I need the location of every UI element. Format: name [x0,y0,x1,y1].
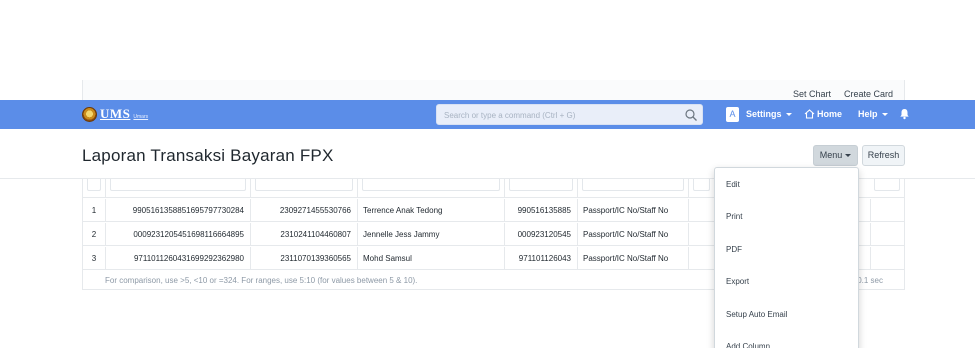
filter-cell [251,179,358,198]
home-icon [804,109,815,119]
filter-input[interactable] [874,179,900,191]
table-cell[interactable]: 990516135885169579773028​4 [106,199,251,222]
filter-input[interactable] [582,179,684,191]
awesomebar [436,104,703,125]
chart-toolbar: Set Chart Create Card [82,80,905,100]
settings-label: Settings [746,109,782,119]
filter-input[interactable] [110,179,246,191]
filter-help-text: For comparison, use >5, <10 or =324. For… [105,276,418,285]
table-cell[interactable] [870,247,904,270]
row-index: 2 [83,223,106,246]
table-cell[interactable] [870,199,904,222]
home-link[interactable]: Home [804,109,842,119]
report-page: Set Chart Create Card UMS Umars A Settin… [0,0,975,348]
filter-cell [689,179,715,198]
avatar[interactable]: A [726,107,739,122]
chevron-down-icon [845,154,852,158]
menu-button[interactable]: Menu [813,145,858,166]
table-cell[interactable]: Terrence Anak Tedong [358,199,505,222]
filter-cell [870,179,904,198]
row-index: 1 [83,199,106,222]
table-cell[interactable]: Jennelle Jess Jammy [358,223,505,246]
table-cell[interactable]: 971101126043 [505,247,578,270]
logo-text: UMS [100,106,131,121]
university-seal-icon [82,106,97,122]
filter-cell [578,179,689,198]
filter-input[interactable] [693,179,710,191]
menu-item-setup-auto-email[interactable]: Setup Auto Email [715,303,858,327]
menu-item-edit[interactable]: Edit [715,173,858,197]
table-cell[interactable]: Passport/IC No/Staff No [578,223,689,246]
filter-input[interactable] [87,179,101,191]
filter-input[interactable] [509,179,573,191]
page-title: Laporan Transaksi Bayaran FPX [82,146,334,165]
query-time: 0.1 sec [857,276,883,285]
table-cell[interactable]: 2310241104460807 [251,223,358,246]
settings-dropdown[interactable]: Settings [746,109,792,119]
filter-cell [505,179,578,198]
filter-cell [358,179,505,198]
table-cell[interactable]: Mohd Samsul [358,247,505,270]
table-cell[interactable] [870,223,904,246]
navbar: UMS Umars A Settings Home Help [0,100,975,129]
filter-input[interactable] [362,179,500,191]
menu-label: Menu [819,150,843,160]
refresh-button[interactable]: Refresh [862,145,905,166]
app-logo[interactable]: UMS Umars [82,106,148,122]
table-cell[interactable]: 2309271455530766 [251,199,358,222]
table-cell[interactable]: 0009231205451698116664895 [106,223,251,246]
logo-tagline: Umars [133,113,149,120]
row-index: 3 [83,247,106,270]
table-cell[interactable]: 9711011260431699292362980 [106,247,251,270]
create-card-button[interactable]: Create Card [844,89,893,99]
table-cell[interactable]: 000923120545 [505,223,578,246]
filter-cell [106,179,251,198]
help-dropdown[interactable]: Help [858,109,888,119]
table-cell[interactable]: Passport/IC No/Staff No [578,199,689,222]
filter-input[interactable] [255,179,353,191]
bell-icon[interactable] [899,108,910,120]
menu-item-add-column[interactable]: Add Column [715,335,858,348]
home-label: Home [817,109,843,119]
set-chart-button[interactable]: Set Chart [793,89,831,99]
chevron-down-icon [881,113,888,117]
filter-cell [83,179,106,198]
chevron-down-icon [785,113,792,117]
menu-item-print[interactable]: Print [715,205,858,229]
menu-item-pdf[interactable]: PDF [715,238,858,262]
table-cell[interactable]: 2311070139360565 [251,247,358,270]
help-label: Help [858,109,878,119]
menu-item-export[interactable]: Export [715,270,858,294]
search-input[interactable] [437,106,677,125]
menu-dropdown: Edit Print PDF Export Setup Auto Email A… [714,167,859,348]
table-cell[interactable]: Passport/IC No/Staff No [578,247,689,270]
search-icon[interactable] [684,108,698,122]
table-cell[interactable]: 990516135885 [505,199,578,222]
